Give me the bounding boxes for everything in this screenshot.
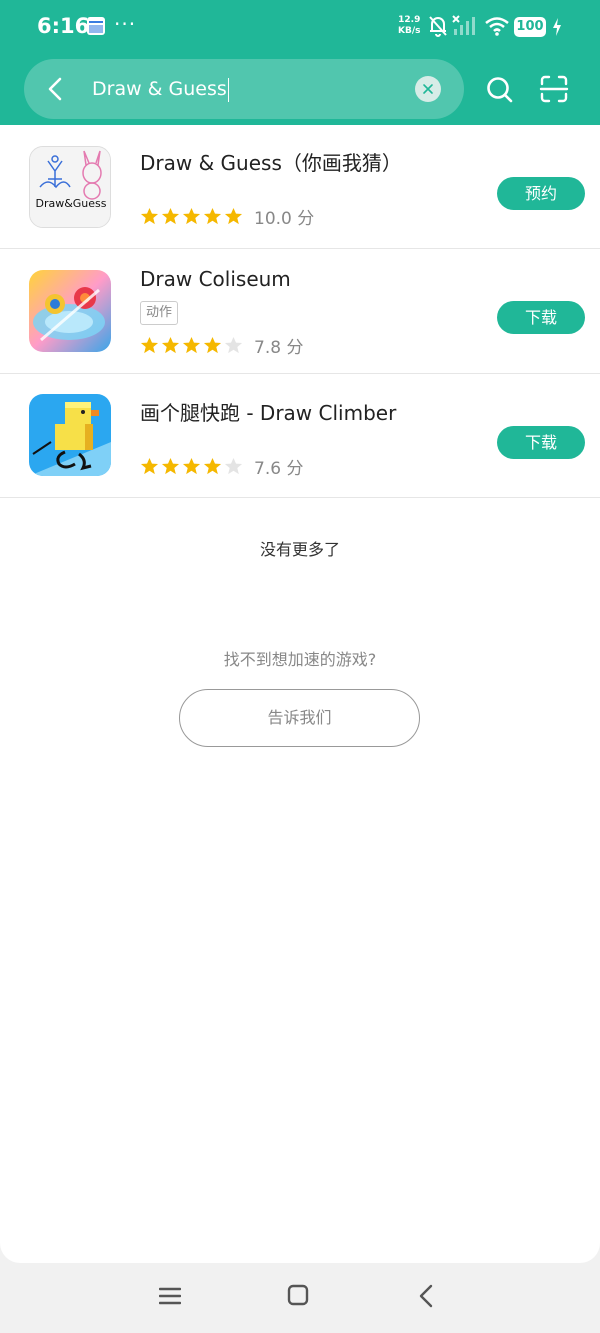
back-arrow-icon[interactable] — [42, 75, 70, 103]
network-speed-unit: KB/s — [398, 26, 421, 36]
game-icon-draw-coliseum[interactable] — [29, 270, 111, 352]
signal-off-icon — [452, 15, 475, 35]
star-filled-icon — [161, 457, 180, 474]
search-input-value: Draw & Guess — [92, 78, 227, 100]
game-row[interactable]: 画个腿快跑 - Draw Climber 7.6 分 下载 — [0, 374, 600, 498]
clear-icon — [423, 84, 433, 94]
draw-coliseum-icon — [29, 270, 111, 352]
clear-search-button[interactable] — [415, 76, 441, 102]
draw-guess-icon-label: Draw&Guess — [35, 197, 106, 210]
bell-muted-icon — [429, 16, 447, 37]
score: 7.8 分 — [254, 337, 304, 358]
game-icon-draw-climber[interactable] — [29, 394, 111, 476]
star-filled-icon — [182, 457, 201, 474]
system-nav-bar — [0, 1263, 600, 1333]
score: 7.6 分 — [254, 458, 304, 479]
game-name: Draw Coliseum — [140, 267, 291, 291]
reserve-button[interactable]: 预约 — [497, 177, 585, 210]
status-bar: 6:16 ··· 12.9 KB/s 100 — [0, 0, 600, 55]
tell-us-button[interactable]: 告诉我们 — [179, 689, 420, 747]
home-icon[interactable] — [287, 1284, 309, 1306]
back-icon[interactable] — [417, 1284, 435, 1308]
star-filled-icon — [140, 336, 159, 353]
end-of-list-text: 没有更多了 — [259, 540, 340, 559]
network-speed: 12.9 KB/s — [398, 15, 420, 37]
search-input[interactable]: Draw & Guess — [92, 74, 392, 104]
network-speed-value: 12.9 — [398, 15, 421, 25]
genre-tag: 动作 — [140, 301, 179, 325]
scan-icon[interactable] — [539, 74, 569, 104]
rating: 7.6 分 — [140, 456, 304, 479]
calendar-icon — [87, 17, 105, 35]
score: 10.0 分 — [254, 208, 315, 229]
star-filled-icon — [140, 457, 159, 474]
search-icon[interactable] — [485, 75, 515, 105]
draw-climber-icon — [29, 394, 111, 476]
not-found-prompt: 找不到想加速的游戏? — [223, 650, 377, 669]
star-empty-icon — [224, 457, 243, 474]
status-time: 6:16 — [37, 14, 90, 38]
battery-level: 100 — [514, 17, 546, 37]
text-caret — [227, 77, 229, 102]
game-name: Draw & Guess（你画我猜） — [140, 151, 402, 175]
game-name: 画个腿快跑 - Draw Climber — [140, 401, 397, 425]
star-filled-icon — [203, 457, 222, 474]
game-row[interactable]: Draw Coliseum 动作 7.8 分 下载 — [0, 249, 600, 374]
download-button[interactable]: 下载 — [497, 426, 585, 459]
star-filled-icon — [182, 336, 201, 353]
star-filled-icon — [224, 207, 243, 224]
results-panel: Draw&Guess Draw & Guess（你画我猜） 10.0 分 预约 — [0, 125, 600, 1263]
more-notifications-icon: ··· — [114, 12, 137, 36]
star-filled-icon — [203, 336, 222, 353]
game-row[interactable]: Draw&Guess Draw & Guess（你画我猜） 10.0 分 预约 — [0, 125, 600, 249]
search-bar: Draw & Guess — [24, 59, 464, 119]
wifi-icon — [485, 17, 509, 36]
rating: 10.0 分 — [140, 206, 315, 229]
rating: 7.8 分 — [140, 335, 304, 358]
star-filled-icon — [203, 207, 222, 224]
game-icon-draw-guess[interactable]: Draw&Guess — [29, 146, 111, 228]
download-button[interactable]: 下载 — [497, 301, 585, 334]
star-filled-icon — [161, 207, 180, 224]
charging-icon — [553, 18, 561, 36]
star-filled-icon — [182, 207, 201, 224]
top-bar: 6:16 ··· 12.9 KB/s 100 Draw & Guess — [0, 0, 600, 125]
star-filled-icon — [161, 336, 180, 353]
menu-icon[interactable] — [159, 1286, 181, 1306]
star-filled-icon — [140, 207, 159, 224]
star-empty-icon — [224, 336, 243, 353]
draw-guess-icon: Draw&Guess — [30, 147, 110, 227]
